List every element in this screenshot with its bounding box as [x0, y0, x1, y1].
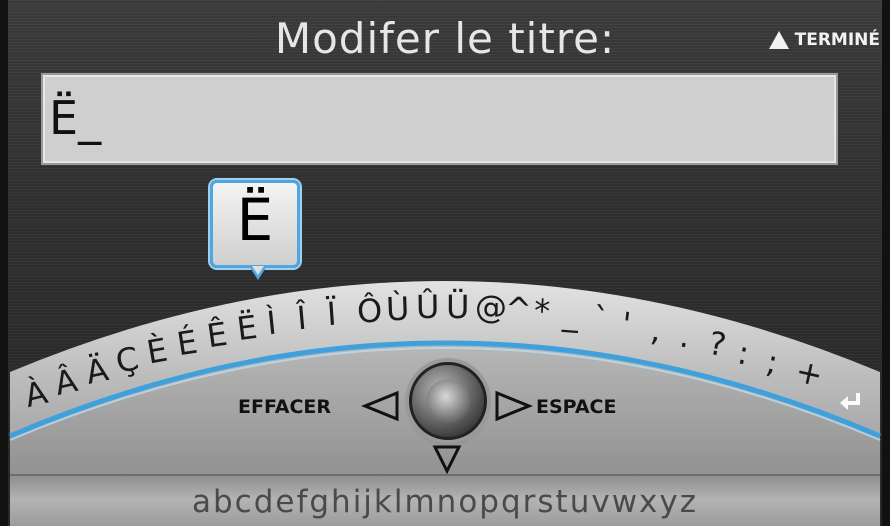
arc-key[interactable]: Â: [52, 361, 82, 403]
arc-key[interactable]: :: [735, 333, 753, 372]
lowercase-letters: abcdefghijklmnopqrstuvwxyz: [191, 484, 699, 520]
arc-key[interactable]: Û: [416, 288, 440, 326]
arc-key[interactable]: `: [591, 299, 611, 338]
enter-return-icon[interactable]: [838, 391, 864, 413]
arc-key[interactable]: Î: [295, 298, 308, 337]
arc-key[interactable]: _: [562, 295, 581, 334]
arc-key[interactable]: ^: [504, 289, 532, 328]
arc-key[interactable]: Ç: [113, 340, 142, 382]
arc-key[interactable]: È: [143, 331, 169, 372]
keyboard-screen: Modifer le titre: TERMINÉ Ë_ ÀÂÄÇÈÉÊËÌÎÏ…: [0, 0, 890, 526]
selected-char-glyph: Ë: [236, 186, 274, 254]
selected-char-popup: Ë: [210, 180, 300, 268]
arc-key[interactable]: .: [677, 317, 693, 356]
arc-key[interactable]: Ê: [204, 315, 229, 355]
arc-key[interactable]: É: [174, 322, 200, 363]
arc-key[interactable]: Ä: [82, 350, 111, 392]
joystick-knob-center: [426, 379, 470, 423]
arc-key[interactable]: ;: [763, 343, 781, 382]
arc-key[interactable]: Ï: [326, 294, 338, 333]
popup-pointer-inner: [252, 266, 264, 275]
delete-button[interactable]: EFFACER: [238, 396, 331, 418]
right-arrow-icon[interactable]: [494, 390, 534, 422]
arc-key[interactable]: ': [620, 304, 633, 343]
arc-key[interactable]: @: [475, 288, 508, 327]
arc-key[interactable]: Ù: [386, 289, 411, 328]
left-arrow-icon[interactable]: [360, 390, 400, 422]
arc-key[interactable]: Ô: [356, 291, 383, 330]
lowercase-keyboard-row[interactable]: abcdefghijklmnopqrstuvwxyz: [10, 474, 880, 526]
down-arrow-icon[interactable]: [432, 444, 462, 474]
arc-key[interactable]: ?: [706, 324, 729, 364]
arc-key[interactable]: Ü: [446, 288, 469, 326]
arc-key[interactable]: ,: [649, 310, 664, 349]
joystick-knob[interactable]: [409, 362, 487, 440]
arc-key[interactable]: Ë: [235, 308, 260, 348]
arc-key[interactable]: Ì: [265, 303, 278, 342]
arc-key[interactable]: À: [21, 373, 51, 415]
arc-key[interactable]: +: [792, 351, 826, 394]
space-button[interactable]: ESPACE: [536, 396, 616, 418]
arc-key[interactable]: *: [533, 292, 551, 331]
